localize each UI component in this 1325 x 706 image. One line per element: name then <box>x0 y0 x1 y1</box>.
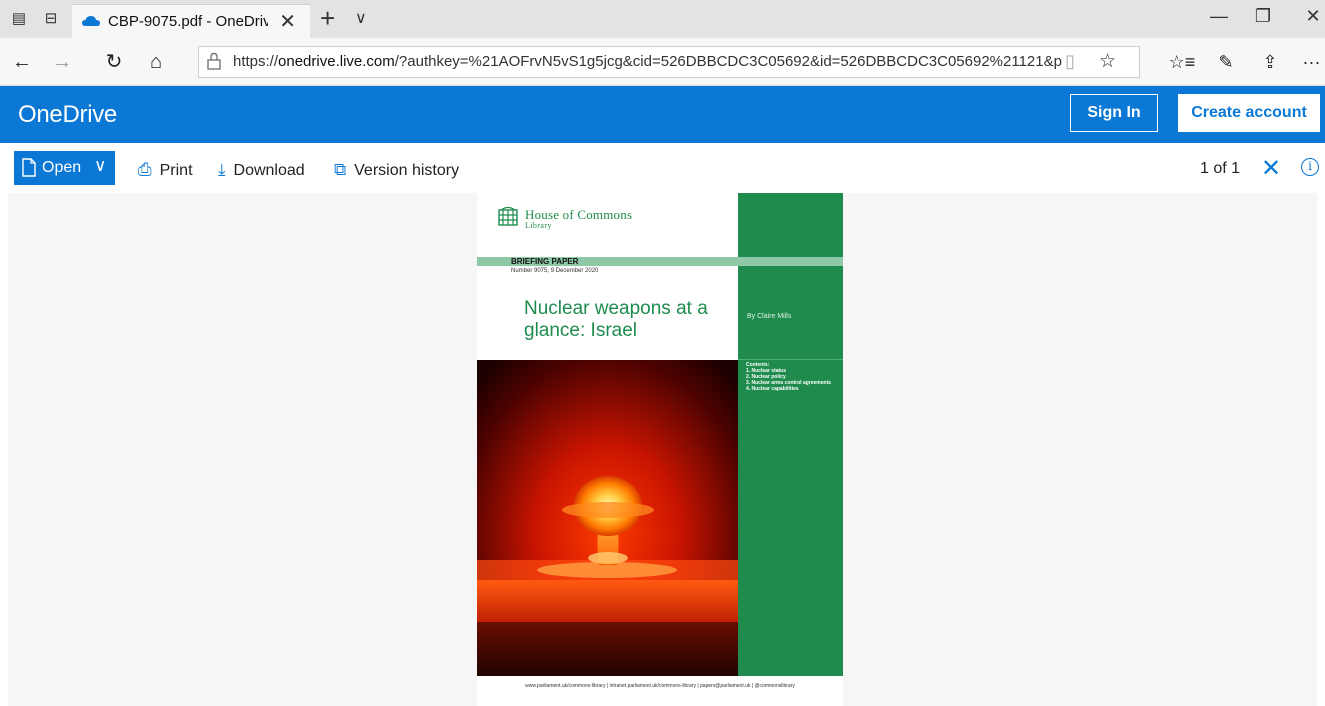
browser-tab-strip: ▤ ⊟ CBP-9075.pdf - OneDriv ✕ + ∨ — ❐ ✕ <box>0 0 1325 38</box>
window-close-icon[interactable]: ✕ <box>1298 6 1325 27</box>
contents-item: 4. Nuclear capabilities <box>746 386 799 392</box>
author: By Claire Mills <box>747 313 792 320</box>
version-history-button[interactable]: ⧉ Version history <box>334 160 459 180</box>
download-label: Download <box>233 162 305 179</box>
home-icon[interactable]: ⌂ <box>142 48 170 76</box>
download-icon: ⤓ <box>218 160 226 179</box>
portcullis-icon <box>498 206 518 226</box>
tab-title: CBP-9075.pdf - OneDriv <box>108 13 268 30</box>
address-toolbar: ← → ↻ ⌂ https://onedrive.live.com/?authk… <box>0 38 1325 86</box>
open-button[interactable]: Open ∨ <box>14 151 115 185</box>
paper-number: Number 9075, 9 December 2020 <box>511 268 599 274</box>
pdf-viewer[interactable]: House of Commons Library BRIEFING PAPER … <box>8 193 1317 706</box>
document-icon <box>22 158 36 177</box>
paper-type: BRIEFING PAPER <box>511 257 579 266</box>
sign-in-button[interactable]: Sign In <box>1070 94 1158 132</box>
lock-icon <box>207 52 227 72</box>
refresh-icon[interactable]: ↻ <box>100 48 128 76</box>
pdf-page: House of Commons Library BRIEFING PAPER … <box>477 193 843 706</box>
tab-preview-icon[interactable]: ⊟ <box>40 8 62 30</box>
document-title: Nuclear weapons at a glance: Israel <box>524 298 708 341</box>
onedrive-cloud-icon <box>82 16 100 26</box>
version-history-label: Version history <box>354 162 460 179</box>
restore-icon[interactable]: ❐ <box>1248 6 1278 27</box>
print-label: Print <box>159 162 193 179</box>
create-account-button[interactable]: Create account <box>1178 94 1320 132</box>
web-notes-icon[interactable]: ✎ <box>1212 48 1240 76</box>
contents-list: Contents: 1. Nuclear status 2. Nuclear p… <box>746 362 840 392</box>
onedrive-header: OneDrive Sign In Create account <box>0 86 1325 143</box>
favorite-star-icon[interactable]: ☆ <box>1099 50 1116 73</box>
favorites-list-icon[interactable]: ☆≡ <box>1168 48 1196 76</box>
reading-view-icon[interactable]: ▯ <box>1065 51 1075 72</box>
info-icon[interactable]: i <box>1301 158 1319 176</box>
version-history-icon: ⧉ <box>334 160 347 179</box>
address-bar[interactable]: https://onedrive.live.com/?authkey=%21AO… <box>198 46 1140 78</box>
url-text[interactable]: https://onedrive.live.com/?authkey=%21AO… <box>233 53 1063 70</box>
open-label: Open <box>42 159 82 176</box>
minimize-icon[interactable]: — <box>1204 6 1234 27</box>
back-icon[interactable]: ← <box>8 48 36 76</box>
forward-icon[interactable]: → <box>48 48 76 76</box>
share-icon[interactable]: ⇪ <box>1256 48 1284 76</box>
onedrive-brand[interactable]: OneDrive <box>18 101 117 129</box>
divider <box>738 359 843 360</box>
browser-tab[interactable]: CBP-9075.pdf - OneDriv ✕ <box>72 4 310 38</box>
command-bar: Open ∨ ⎙ Print ⤓ Download ⧉ Version history… <box>0 143 1325 193</box>
printer-icon: ⎙ <box>138 160 152 179</box>
mushroom-cloud-image <box>477 360 738 676</box>
tab-list-chevron-icon[interactable]: ∨ <box>355 8 367 28</box>
chevron-down-icon: ∨ <box>94 156 107 175</box>
footer-links: www.parliament.uk/commons-library | intr… <box>525 683 795 689</box>
tab-actions-icon[interactable]: ▤ <box>8 8 30 30</box>
close-viewer-icon[interactable]: ✕ <box>1261 154 1281 183</box>
new-tab-icon[interactable]: + <box>320 4 335 32</box>
page-counter: 1 of 1 <box>1200 160 1241 177</box>
more-icon[interactable]: ··· <box>1298 48 1325 76</box>
print-button[interactable]: ⎙ Print <box>138 160 193 180</box>
download-button[interactable]: ⤓ Download <box>218 160 305 180</box>
tab-close-icon[interactable]: ✕ <box>279 9 296 34</box>
org-sub: Library <box>525 221 552 230</box>
